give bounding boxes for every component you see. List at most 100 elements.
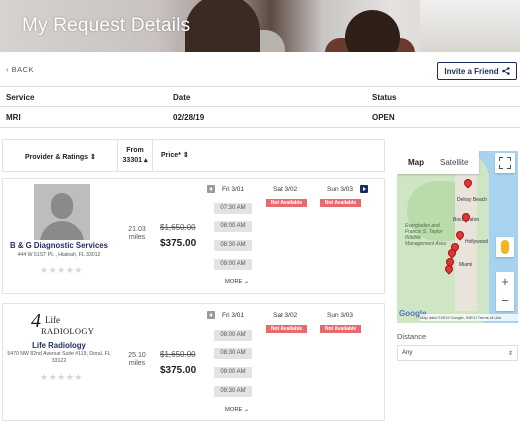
- chevron-left-icon: ‹: [6, 65, 9, 74]
- map-label: Delray Beach: [457, 197, 488, 203]
- zoom-out-button[interactable]: −: [496, 293, 514, 308]
- day-label: Fri 3/01: [222, 312, 245, 319]
- fullscreen-button[interactable]: [495, 153, 515, 173]
- logo-mark: 4: [31, 310, 41, 332]
- distance-select[interactable]: Any ⇕: [397, 345, 518, 361]
- service-value: MRI: [6, 113, 21, 122]
- chevron-left-icon: [209, 313, 212, 317]
- tab-map[interactable]: Map: [408, 158, 424, 167]
- provider-name[interactable]: Life Radiology: [3, 341, 115, 350]
- map-label: Everglades and Francis S. Taylor Wildlif…: [405, 223, 446, 247]
- sort-asc-icon: ▴: [143, 157, 148, 164]
- date-value: 02/28/19: [173, 113, 205, 122]
- from-label: From: [126, 147, 144, 154]
- time-slot-button[interactable]: 08:30 AM: [214, 348, 252, 359]
- rating-stars: ★★★★★: [40, 265, 83, 275]
- rating-stars: ★★★★★: [40, 372, 83, 382]
- select-arrows-icon: ⇕: [507, 351, 513, 357]
- original-price: $1,650.00: [160, 223, 196, 232]
- column-header-date: Date: [173, 93, 191, 102]
- map-attribution[interactable]: Map data ©2019 Google, INEGI Terms of Us…: [420, 314, 518, 321]
- not-available-badge: Not Available: [320, 199, 361, 207]
- sort-price[interactable]: Price* ⇕: [161, 151, 189, 159]
- hero-photo-window: [420, 0, 520, 52]
- more-slots-link[interactable]: MORE ⌄: [225, 279, 249, 285]
- provider-distance: 21.03 miles: [122, 226, 152, 242]
- provider-card: B & G Diagnostic Services 444 W 51ST PL …: [2, 178, 385, 294]
- invite-label: Invite a Friend: [444, 66, 499, 76]
- zoom-in-button[interactable]: +: [496, 274, 514, 289]
- discount-price: $375.00: [160, 238, 197, 249]
- provider-name[interactable]: B & G Diagnostic Services: [3, 241, 115, 250]
- provider-logo: 4 Life RADIOLOGY: [31, 310, 95, 340]
- original-price: $1,650.00: [160, 350, 196, 359]
- day-label: Fri 3/01: [222, 186, 245, 193]
- hero-photo-person-head: [185, 0, 260, 52]
- day-label: Sun 3/03: [327, 186, 354, 193]
- hero-banner: My Request Details: [0, 0, 520, 52]
- time-slot-button[interactable]: 08:30 AM: [214, 240, 252, 251]
- day-label: Sun 3/03: [327, 312, 354, 319]
- not-available-badge: Not Available: [266, 199, 307, 207]
- zoom-controls: + −: [496, 272, 514, 311]
- previous-day-button[interactable]: [207, 185, 215, 193]
- distance-select-value: Any: [402, 350, 413, 356]
- map-type-tabs: Map Satellite: [397, 151, 479, 174]
- back-link[interactable]: ‹ BACK: [6, 65, 34, 74]
- distance-value: 21.03: [128, 226, 146, 233]
- page-title: My Request Details: [22, 15, 191, 36]
- discount-price: $375.00: [160, 365, 197, 376]
- map-label: Miami: [459, 262, 473, 268]
- provider-map[interactable]: Delray Beach Boca Raton Everglades and F…: [397, 151, 518, 323]
- not-available-badge: Not Available: [266, 325, 307, 333]
- chevron-left-icon: [209, 187, 212, 191]
- time-slot-button[interactable]: 07:30 AM: [214, 203, 252, 214]
- map-label: Hollywood: [465, 239, 489, 245]
- time-slot-button[interactable]: 09:30 AM: [214, 386, 252, 397]
- sort-price-label: Price*: [161, 152, 181, 159]
- provider-distance: 25.10 miles: [122, 352, 152, 368]
- request-table-header: Service Date Status: [0, 86, 520, 106]
- next-day-button[interactable]: [360, 185, 368, 193]
- time-slot-button[interactable]: 09:00 AM: [214, 259, 252, 270]
- sort-icon: ⇕: [89, 154, 96, 161]
- sort-icon: ⇕: [182, 152, 189, 159]
- distance-unit: miles: [128, 234, 146, 241]
- day-label: Sat 3/02: [273, 186, 298, 193]
- sort-provider-label: Provider & Ratings: [25, 154, 89, 161]
- logo-subtext: RADIOLOGY: [41, 326, 95, 336]
- fullscreen-icon: [499, 157, 503, 161]
- invite-friend-button[interactable]: Invite a Friend: [437, 62, 517, 80]
- time-slot-button[interactable]: 09:00 AM: [214, 367, 252, 378]
- status-value: OPEN: [372, 113, 395, 122]
- provider-card: 4 Life RADIOLOGY Life Radiology 5470 NW …: [2, 303, 385, 421]
- hero-photo-person-head: [345, 10, 400, 52]
- provider-avatar: [34, 184, 90, 240]
- time-slot-button[interactable]: 08:00 AM: [214, 330, 252, 341]
- column-header-status: Status: [372, 93, 397, 102]
- distance-unit: miles: [128, 360, 146, 367]
- time-slot-button[interactable]: 08:00 AM: [214, 221, 252, 232]
- distance-value: 25.10: [128, 352, 146, 359]
- chevron-right-icon: [363, 187, 366, 191]
- provider-address: 5470 NW 82nd Avenue Suite #119, Doral, F…: [7, 351, 111, 364]
- more-slots-link[interactable]: MORE ⌄: [225, 407, 249, 413]
- previous-day-button[interactable]: [207, 311, 215, 319]
- provider-address: 444 W 51ST PL , Hialeah, FL 33012: [17, 252, 101, 258]
- tab-satellite[interactable]: Satellite: [440, 158, 468, 167]
- provider-list-header: Provider & Ratings ⇕ From 33301 ▴ Price*…: [2, 139, 385, 172]
- day-label: Sat 3/02: [273, 312, 298, 319]
- not-available-badge: Not Available: [320, 325, 361, 333]
- column-header-service: Service: [6, 93, 35, 102]
- share-icon: [501, 67, 510, 75]
- request-summary-table: Service Date Status MRI 02/28/19 OPEN: [0, 86, 520, 128]
- back-label: BACK: [11, 65, 35, 74]
- sort-distance-from[interactable]: From 33301 ▴: [117, 140, 153, 171]
- sort-provider-ratings[interactable]: Provider & Ratings ⇕: [25, 153, 96, 161]
- request-table-row: MRI 02/28/19 OPEN: [0, 106, 520, 128]
- pegman-icon: [501, 240, 509, 254]
- distance-filter-label: Distance: [397, 332, 427, 341]
- street-view-pegman[interactable]: [496, 237, 514, 257]
- from-zip: 33301: [122, 157, 142, 164]
- logo-text: Life: [45, 315, 60, 325]
